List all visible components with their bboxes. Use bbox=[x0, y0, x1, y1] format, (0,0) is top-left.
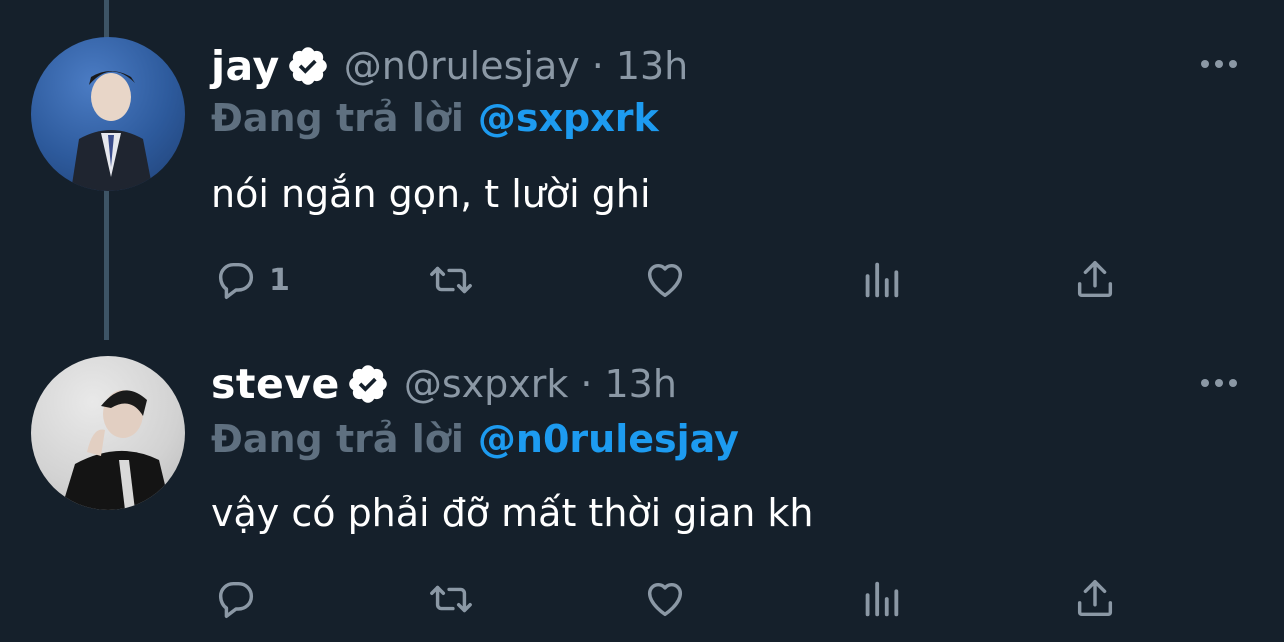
reply-count: 1 bbox=[269, 262, 290, 298]
avatar[interactable] bbox=[31, 37, 185, 191]
verified-badge-icon bbox=[346, 362, 390, 406]
verified-badge-icon bbox=[286, 44, 330, 88]
tweet-steve[interactable]: steve @sxpxrk · 13h Đang trả lời @n0rules… bbox=[0, 321, 1284, 642]
share-icon bbox=[1077, 580, 1113, 617]
separator-dot: · bbox=[591, 44, 604, 88]
replying-to-label: Đang trả lời bbox=[211, 96, 464, 140]
tweet-jay[interactable]: jay @n0rulesjay · 13h Đang trả lời @sxpxr… bbox=[0, 0, 1284, 321]
like-button[interactable] bbox=[642, 574, 688, 624]
timestamp[interactable]: 13h bbox=[616, 44, 688, 88]
heart-icon bbox=[647, 582, 683, 617]
more-options-icon[interactable] bbox=[1201, 53, 1241, 73]
user-handle[interactable]: @n0rulesjay bbox=[344, 44, 580, 88]
views-button[interactable] bbox=[858, 574, 904, 624]
share-button[interactable] bbox=[1072, 255, 1118, 305]
reply-button[interactable] bbox=[213, 574, 269, 624]
avatar[interactable] bbox=[31, 356, 185, 510]
retweet-icon bbox=[430, 266, 472, 294]
separator-dot: · bbox=[580, 362, 593, 406]
retweet-icon bbox=[430, 585, 472, 613]
display-name[interactable]: jay bbox=[211, 42, 280, 90]
display-name[interactable]: steve bbox=[211, 360, 340, 408]
like-button[interactable] bbox=[642, 255, 688, 305]
more-options-icon[interactable] bbox=[1201, 372, 1241, 392]
reply-icon bbox=[218, 581, 254, 618]
timestamp[interactable]: 13h bbox=[604, 362, 676, 406]
share-button[interactable] bbox=[1072, 574, 1118, 624]
replying-to-handle[interactable]: @sxpxrk bbox=[478, 96, 659, 140]
replying-to: Đang trả lời @sxpxrk bbox=[211, 96, 659, 140]
replying-to-handle[interactable]: @n0rulesjay bbox=[478, 417, 739, 461]
tweet-header: steve @sxpxrk · 13h bbox=[211, 356, 677, 412]
views-bar-chart-icon bbox=[865, 581, 899, 617]
user-handle[interactable]: @sxpxrk bbox=[404, 362, 569, 406]
replying-to: Đang trả lời @n0rulesjay bbox=[211, 417, 739, 461]
tweet-text: vậy có phải đỡ mất thời gian kh bbox=[211, 491, 814, 535]
retweet-button[interactable] bbox=[428, 255, 474, 305]
tweet-text: nói ngắn gọn, t lười ghi bbox=[211, 172, 651, 216]
tweet-header: jay @n0rulesjay · 13h bbox=[211, 38, 688, 94]
reply-icon bbox=[218, 262, 254, 299]
heart-icon bbox=[647, 263, 683, 298]
replying-to-label: Đang trả lời bbox=[211, 417, 464, 461]
share-icon bbox=[1077, 261, 1113, 298]
reply-button[interactable]: 1 bbox=[213, 255, 290, 305]
views-bar-chart-icon bbox=[865, 262, 899, 298]
tweet-actions: 1 bbox=[0, 255, 1284, 305]
retweet-button[interactable] bbox=[428, 574, 474, 624]
tweet-actions bbox=[0, 574, 1284, 624]
views-button[interactable] bbox=[858, 255, 904, 305]
